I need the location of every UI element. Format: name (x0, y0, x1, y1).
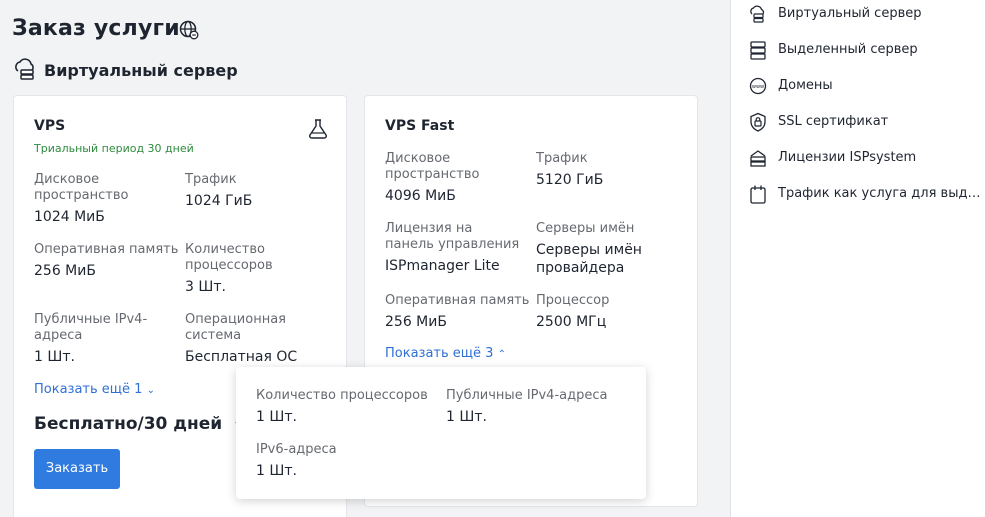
cloud-server-icon (750, 5, 765, 23)
ram-value: 256 МиБ (385, 314, 447, 330)
sidebar-item-dedicated-server[interactable]: Выделенный сервер (749, 38, 979, 62)
sidebar-item-label: Лицензии ISPsystem (778, 150, 917, 165)
service-sidebar: Виртуальный сервер Выделенный сервер www… (730, 0, 985, 517)
globe-icon[interactable] (179, 20, 199, 40)
nameservers-label: Серверы имён (536, 221, 635, 236)
flask-icon (309, 119, 327, 139)
show-more-link[interactable]: Показать ещё 1 ⌄ (34, 382, 155, 397)
www-globe-icon: www (749, 77, 767, 95)
server-icon (750, 41, 766, 60)
traffic-value: 5120 ГиБ (536, 172, 604, 188)
sidebar-item-traffic-service[interactable]: Трафик как услуга для выд… (749, 182, 981, 206)
ram-label: Оперативная память (34, 242, 179, 257)
popup-cpu-count-label: Количество процессоров (256, 388, 428, 403)
license-label: Лицензия на панель управления (385, 221, 520, 252)
more-params-popup: Количество процессоров 1 Шт. Публичные I… (236, 367, 646, 499)
os-label: Операционная система (185, 312, 286, 343)
popup-ipv6-value: 1 Шт. (256, 463, 297, 479)
cloud-server-icon (15, 58, 34, 80)
page-title: Заказ услуги (12, 16, 180, 41)
main-area: Заказ услуги Виртуальный сервер VPS Триа… (0, 0, 730, 517)
show-more-label: Показать ещё 1 (34, 382, 143, 397)
price-selector[interactable]: Бесплатно/30 дней (34, 414, 246, 434)
ipv4-value: 1 Шт. (34, 349, 75, 365)
sidebar-item-label: Домены (778, 78, 833, 93)
popup-ipv4-label: Публичные IPv4-адреса (446, 388, 608, 403)
sidebar-item-label: SSL сертификат (778, 114, 889, 129)
disk-label: Дисковое пространство (34, 172, 129, 203)
sidebar-item-ssl[interactable]: SSL сертификат (749, 110, 979, 134)
section-title: Виртуальный сервер (44, 61, 238, 80)
cpu-label: Процессор (536, 293, 610, 308)
order-button[interactable]: Заказать (34, 449, 120, 489)
traffic-value: 1024 ГиБ (185, 193, 253, 209)
sidebar-item-label: Выделенный сервер (778, 42, 918, 57)
traffic-icon (750, 185, 766, 204)
ipv4-label: Публичные IPv4-адреса (34, 312, 148, 343)
traffic-label: Трафик (185, 172, 237, 187)
disk-value: 4096 МиБ (385, 188, 456, 204)
popup-ipv4-value: 1 Шт. (446, 409, 487, 425)
trial-badge: Триальный период 30 дней (34, 142, 194, 155)
popup-ipv6-label: IPv6-адреса (256, 442, 337, 457)
cpu-value: 3 Шт. (185, 279, 226, 295)
tariff-name: VPS Fast (385, 118, 455, 134)
sidebar-item-domains[interactable]: www Домены (749, 74, 979, 98)
disk-label: Дисковое пространство (385, 151, 480, 182)
sidebar-item-isp-licenses[interactable]: Лицензии ISPsystem (749, 146, 979, 170)
license-value: ISPmanager Lite (385, 258, 500, 274)
show-more-link[interactable]: Показать ещё 3 ⌃ (385, 346, 506, 361)
license-icon (750, 150, 766, 167)
ram-value: 256 МиБ (34, 263, 96, 279)
sidebar-item-virtual-server[interactable]: Виртуальный сервер (749, 2, 979, 26)
price-label: Бесплатно/30 дней (34, 414, 223, 434)
tariff-name: VPS (34, 118, 66, 134)
svg-text:www: www (752, 84, 764, 90)
shield-lock-icon (750, 112, 766, 132)
show-more-label: Показать ещё 3 (385, 346, 494, 361)
os-value: Бесплатная ОС (185, 349, 298, 365)
chevron-down-icon: ⌄ (146, 385, 155, 396)
sidebar-item-label: Виртуальный сервер (778, 6, 922, 21)
ram-label: Оперативная память (385, 293, 530, 308)
sidebar-item-label: Трафик как услуга для выд… (778, 186, 981, 201)
popup-cpu-count-value: 1 Шт. (256, 409, 297, 425)
cpu-label: Количество процессоров (185, 242, 273, 273)
traffic-label: Трафик (536, 151, 588, 166)
disk-value: 1024 МиБ (34, 209, 105, 225)
nameservers-value: Серверы имён провайдера (536, 242, 642, 276)
cpu-value: 2500 МГц (536, 314, 607, 330)
chevron-up-icon: ⌃ (497, 349, 506, 360)
